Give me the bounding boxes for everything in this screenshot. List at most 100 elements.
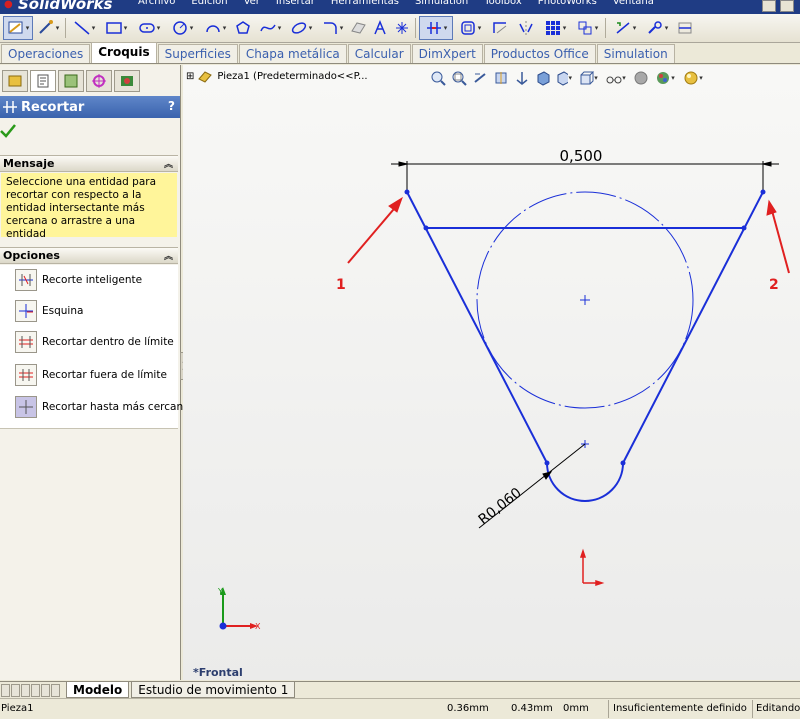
text-icon (374, 20, 386, 35)
smart-dimension-button[interactable]: ▾ (34, 16, 62, 40)
menu-ventana[interactable]: Ventana (605, 0, 662, 10)
graphics-area[interactable]: ⊞ Pieza1 (Predeterminado<<P... ▾ ▾ ▾ ▾ ▾… (183, 65, 800, 680)
sketch-button[interactable]: ▾ (3, 16, 33, 40)
offset-icon (460, 21, 475, 35)
fillet-button[interactable]: ▾ (317, 16, 347, 40)
collapse-chevron-icon[interactable]: ︽ (164, 157, 173, 170)
menu-simulation[interactable]: Simulation (407, 0, 476, 10)
option-label: Recortar fuera de límite (42, 369, 167, 381)
circle-icon (172, 21, 187, 35)
command-manager-tabs: Operaciones Croquis Superficies Chapa me… (0, 42, 800, 64)
trim-inside-icon (15, 331, 37, 353)
trim-button[interactable]: ▾ (419, 16, 453, 40)
tab-dimxpert[interactable]: DimXpert (411, 44, 483, 63)
point-button[interactable] (392, 16, 412, 40)
ok-check-icon[interactable] (0, 124, 16, 138)
tab-modelo[interactable]: Modelo (66, 682, 130, 698)
menu-insertar[interactable]: Insertar (268, 0, 323, 10)
dimension-0500[interactable] (391, 161, 779, 193)
tab-scroll-button[interactable] (41, 683, 50, 697)
text-button[interactable] (369, 16, 391, 40)
option-label: Recorte inteligente (42, 274, 143, 286)
option-trim-closest[interactable]: Recortar hasta más cercano (15, 396, 190, 418)
rectangle-button[interactable]: ▾ (100, 16, 132, 40)
menu-ver[interactable]: Ver (236, 0, 268, 10)
line-icon (74, 21, 90, 35)
menu-toolbox[interactable]: Toolbox (476, 0, 530, 10)
menu-photoworks[interactable]: PhotoWorks (530, 0, 605, 10)
configuration-tab[interactable] (58, 70, 84, 92)
left-line[interactable] (406, 191, 548, 464)
status-bar: Pieza1 0.36mm 0.43mm 0mm Insuficientemen… (0, 698, 800, 719)
options-list: Recorte inteligente Esquina Recortar den… (0, 265, 190, 429)
move-button[interactable]: ▾ (572, 16, 602, 40)
sketch-triangle[interactable] (406, 191, 764, 502)
open-doc-icon[interactable] (780, 0, 794, 12)
instant2d-button[interactable] (673, 16, 697, 40)
dimxpert-tab[interactable] (86, 70, 112, 92)
bottom-arc[interactable] (546, 462, 624, 502)
tab-croquis[interactable]: Croquis (91, 42, 157, 63)
help-button[interactable]: ? (168, 99, 175, 113)
plane-button[interactable] (348, 16, 368, 40)
tab-superficies[interactable]: Superficies (157, 44, 238, 63)
option-smart-trim[interactable]: Recorte inteligente (15, 269, 142, 291)
tab-first-button[interactable] (1, 683, 10, 697)
tab-operaciones[interactable]: Operaciones (1, 44, 91, 63)
option-label: Esquina (42, 305, 84, 317)
display-manager-tab[interactable] (114, 70, 140, 92)
relations-button[interactable]: ▾ (609, 16, 641, 40)
slot-icon (138, 23, 155, 33)
dimension-text-top[interactable]: 0,500 (560, 147, 603, 165)
new-doc-icon[interactable] (762, 0, 776, 12)
triad-label-y: Y (217, 587, 223, 596)
convert-button[interactable] (487, 16, 513, 40)
menu-archivo[interactable]: Archivo (130, 0, 183, 10)
feature-tree-tab[interactable] (2, 70, 28, 92)
trim-closest-icon (15, 396, 37, 418)
options-section-header[interactable]: Opciones ︽ (0, 247, 178, 264)
dimension-arrow-left (398, 161, 408, 167)
polygon-button[interactable] (232, 16, 254, 40)
option-trim-outside[interactable]: Recortar fuera de límite (15, 364, 167, 386)
property-manager-tab[interactable] (30, 70, 56, 92)
message-section-header[interactable]: Mensaje ︽ (0, 155, 178, 172)
line-button[interactable]: ▾ (69, 16, 99, 40)
display-manager-icon (121, 76, 133, 86)
option-trim-inside[interactable]: Recortar dentro de límite (15, 331, 174, 353)
slot-button[interactable]: ▾ (133, 16, 165, 40)
tab-calcular[interactable]: Calcular (347, 44, 411, 63)
menu-herramientas[interactable]: Herramientas (323, 0, 407, 10)
tab-estudio-movimiento[interactable]: Estudio de movimiento 1 (131, 682, 296, 698)
spline-icon (260, 24, 276, 32)
circle-button[interactable]: ▾ (166, 16, 198, 40)
mirror-icon (519, 21, 533, 35)
status-y-coord: 0.43mm (511, 703, 553, 714)
arc-button[interactable]: ▾ (199, 16, 231, 40)
sketch-drawing[interactable]: 0,500 R0,060 1 2 Y X (183, 65, 800, 680)
tab-productos-office[interactable]: Productos Office (483, 44, 596, 63)
status-divider (608, 700, 609, 718)
callout-arrow-1 (347, 196, 403, 264)
tab-chapa-metalica[interactable]: Chapa metálica (238, 44, 347, 63)
right-line[interactable] (622, 191, 764, 464)
ellipse-button[interactable]: ▾ (286, 16, 316, 40)
mirror-button[interactable] (514, 16, 538, 40)
tab-simulation[interactable]: Simulation (596, 44, 675, 63)
offset-button[interactable]: ▾ (454, 16, 486, 40)
option-corner[interactable]: Esquina (15, 300, 83, 322)
tab-prev-button[interactable] (11, 683, 20, 697)
options-section-title: Opciones (3, 249, 60, 262)
configuration-icon (64, 74, 78, 88)
property-manager-icon (37, 74, 49, 88)
triad-label-x: X (255, 622, 261, 631)
pattern-button[interactable]: ▾ (539, 16, 571, 40)
tab-last-button[interactable] (31, 683, 40, 697)
menu-edicion[interactable]: Edición (183, 0, 235, 10)
collapse-chevron-icon[interactable]: ︽ (164, 249, 173, 262)
dimension-text-radius[interactable]: R0,060 (476, 485, 525, 528)
repair-button[interactable]: ▾ (642, 16, 672, 40)
tab-next-button[interactable] (21, 683, 30, 697)
spline-button[interactable]: ▾ (255, 16, 285, 40)
tab-scroll-button[interactable] (51, 683, 60, 697)
